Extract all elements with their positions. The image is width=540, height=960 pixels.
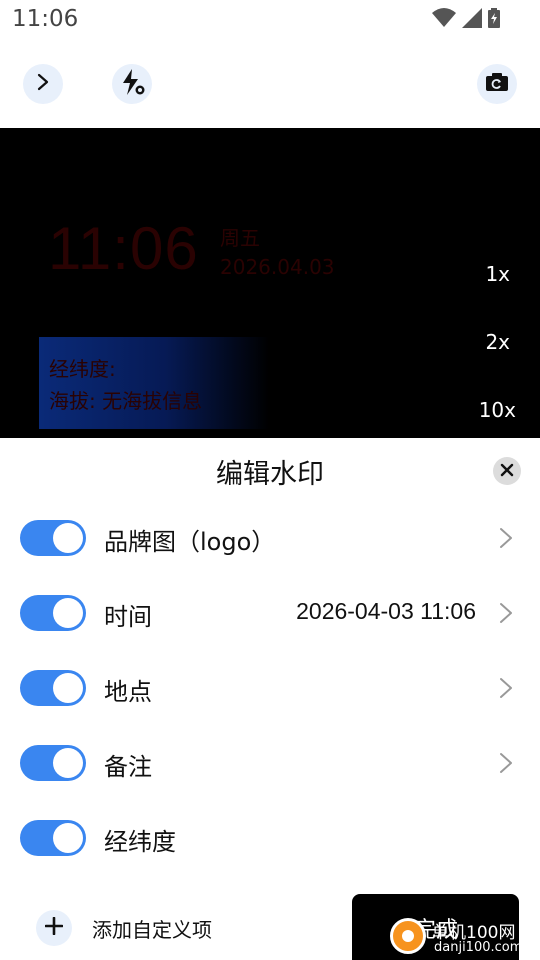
flash-button[interactable] — [112, 64, 152, 104]
row-location[interactable]: 地点 — [0, 653, 540, 723]
watermark-location-panel: 经纬度: 海拔: 无海拔信息 — [39, 337, 269, 429]
row-label: 备注 — [104, 753, 152, 781]
row-label: 品牌图（logo） — [104, 528, 276, 556]
plus-icon — [44, 916, 64, 939]
watermark-time: 11:06 — [48, 215, 199, 282]
toggle-knob — [53, 598, 83, 628]
row-latlong[interactable]: 经纬度 — [0, 803, 540, 873]
toggle-knob — [53, 748, 83, 778]
close-button[interactable] — [493, 457, 521, 485]
close-icon — [500, 462, 514, 481]
zoom-10x[interactable]: 10x — [479, 398, 516, 422]
flash-auto-icon — [119, 68, 145, 100]
chevron-right-icon — [36, 73, 50, 95]
site-watermark: 单机100网 danji100.com — [390, 918, 540, 960]
sheet-title: 编辑水印 — [216, 459, 324, 490]
battery-icon — [488, 8, 500, 32]
watermark-latlong: 经纬度: — [49, 357, 116, 381]
switch-camera-button[interactable] — [477, 64, 517, 104]
toggle-knob — [53, 523, 83, 553]
zoom-2x[interactable]: 2x — [485, 330, 510, 354]
chevron-right-icon — [498, 676, 514, 700]
row-time[interactable]: 时间 2026-04-03 11:06 — [0, 578, 540, 648]
watermark-day: 周五 — [220, 226, 260, 250]
row-brand-logo[interactable]: 品牌图（logo） — [0, 503, 540, 573]
status-bar: 11:06 — [0, 0, 540, 40]
row-value: 2026-04-03 11:06 — [296, 598, 476, 624]
status-time: 11:06 — [12, 6, 79, 32]
row-label: 经纬度 — [104, 828, 176, 856]
camera-switch-icon — [485, 72, 509, 96]
site-url: danji100.com — [434, 940, 523, 955]
chevron-right-icon — [498, 601, 514, 625]
toggle-knob — [53, 673, 83, 703]
add-custom-item[interactable]: 添加自定义项 — [36, 908, 212, 948]
watermark-altitude: 海拔: 无海拔信息 — [49, 389, 203, 413]
row-note[interactable]: 备注 — [0, 728, 540, 798]
toggle-time[interactable] — [20, 595, 86, 631]
add-button[interactable] — [36, 910, 72, 946]
toggle-location[interactable] — [20, 670, 86, 706]
expand-button[interactable] — [23, 64, 63, 104]
toggle-note[interactable] — [20, 745, 86, 781]
toggle-knob — [53, 823, 83, 853]
camera-preview[interactable]: 11:06 周五 2026.04.03 经纬度: 海拔: 无海拔信息 1x 2x… — [0, 128, 540, 438]
zoom-1x[interactable]: 1x — [485, 262, 510, 286]
wifi-icon — [432, 8, 456, 32]
site-logo-icon — [390, 918, 426, 954]
add-custom-label: 添加自定义项 — [92, 917, 212, 942]
toggle-brand-logo[interactable] — [20, 520, 86, 556]
toggle-latlong[interactable] — [20, 820, 86, 856]
status-icons — [432, 8, 500, 32]
cell-signal-icon — [462, 8, 482, 32]
watermark-date: 2026.04.03 — [220, 255, 335, 279]
chevron-right-icon — [498, 751, 514, 775]
row-label: 时间 — [104, 603, 152, 631]
chevron-right-icon — [498, 526, 514, 550]
camera-toolbar — [0, 40, 540, 128]
row-label: 地点 — [104, 678, 152, 706]
edit-watermark-sheet: 编辑水印 品牌图（logo） 时间 2026-04-03 11:06 地点 备注 — [0, 438, 540, 960]
